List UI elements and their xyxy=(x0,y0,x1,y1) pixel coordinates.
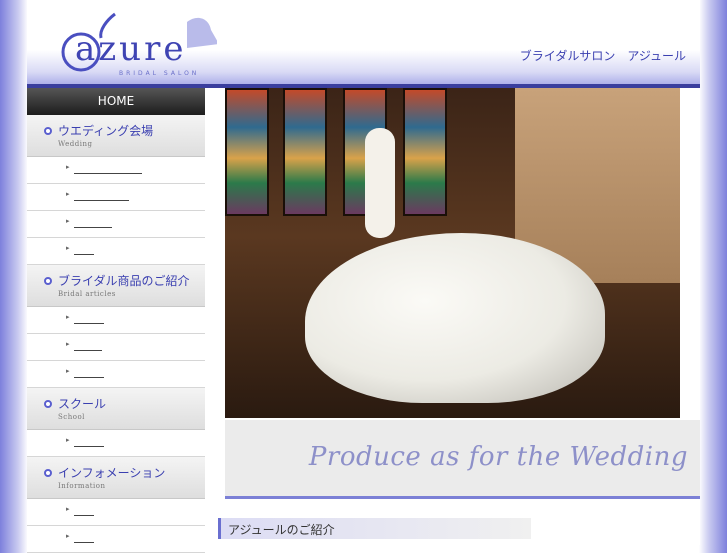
nav-subitem[interactable]: ▸ xyxy=(27,499,205,526)
nav-subitem[interactable]: ▸ xyxy=(27,157,205,184)
wedding-dress xyxy=(305,233,605,403)
nav-category-wedding[interactable]: ウエディング会場 Wedding xyxy=(27,115,205,157)
stained-glass-window xyxy=(283,88,327,216)
subitem-link[interactable] xyxy=(74,189,129,201)
nav-subitem[interactable]: ▸ xyxy=(27,526,205,553)
nav-home[interactable]: HOME xyxy=(27,88,205,115)
subitem-link[interactable] xyxy=(74,435,104,447)
subitem-link[interactable] xyxy=(74,312,104,324)
page: azure BRIDAL SALON ブライダルサロン アジュール HOME ウ… xyxy=(27,0,700,553)
arrow-icon: ▸ xyxy=(66,532,70,540)
nav-subitem[interactable]: ▸ xyxy=(27,184,205,211)
category-sublabel: Wedding xyxy=(58,140,93,148)
category-label: ブライダル商品のご紹介 xyxy=(58,274,190,288)
arrow-icon: ▸ xyxy=(66,244,70,252)
banner-divider xyxy=(225,496,700,499)
nav-category-bridal-articles[interactable]: ブライダル商品のご紹介 Bridal articles xyxy=(27,265,205,307)
tagline-banner: Produce as for the Wedding xyxy=(225,420,700,496)
arrow-icon: ▸ xyxy=(66,190,70,198)
category-label: ウエディング会場 xyxy=(58,124,154,138)
category-label: スクール xyxy=(58,397,107,411)
intro-heading: アジュールのご紹介 xyxy=(228,523,335,537)
intro-heading-bar: アジュールのご紹介 xyxy=(218,518,531,539)
header: azure BRIDAL SALON ブライダルサロン アジュール xyxy=(27,0,700,84)
category-sublabel: Information xyxy=(58,482,106,490)
nav-subitem[interactable]: ▸ xyxy=(27,238,205,265)
subitem-link[interactable] xyxy=(74,504,94,516)
nav-subitem[interactable]: ▸ xyxy=(27,334,205,361)
bullet-icon xyxy=(44,469,52,477)
nav-subitem[interactable]: ▸ xyxy=(27,430,205,457)
arrow-icon: ▸ xyxy=(66,217,70,225)
category-label: インフォメーション xyxy=(58,466,166,480)
logo[interactable]: azure BRIDAL SALON xyxy=(47,8,217,77)
subitem-link[interactable] xyxy=(74,216,112,228)
nav-subitem[interactable]: ▸ xyxy=(27,307,205,334)
stained-glass-window xyxy=(403,88,447,216)
hero-photo xyxy=(225,88,680,418)
logo-text: azure xyxy=(75,29,187,69)
arrow-icon: ▸ xyxy=(66,340,70,348)
category-sublabel: School xyxy=(58,413,85,421)
arrow-icon: ▸ xyxy=(66,163,70,171)
bullet-icon xyxy=(44,400,52,408)
arrow-icon: ▸ xyxy=(66,436,70,444)
header-tagline: ブライダルサロン アジュール xyxy=(519,49,686,63)
arrow-icon: ▸ xyxy=(66,313,70,321)
arrow-icon: ▸ xyxy=(66,505,70,513)
category-sublabel: Bridal articles xyxy=(58,290,116,298)
arrow-icon: ▸ xyxy=(66,367,70,375)
banner-text: Produce as for the Wedding xyxy=(308,442,688,472)
subitem-link[interactable] xyxy=(74,366,104,378)
bullet-icon xyxy=(44,127,52,135)
nav-category-school[interactable]: スクール School xyxy=(27,388,205,430)
bride-figure xyxy=(365,128,395,238)
nav-subitem[interactable]: ▸ xyxy=(27,211,205,238)
bullet-icon xyxy=(44,277,52,285)
sidebar: HOME ウエディング会場 Wedding ▸ ▸ ▸ ▸ ブライダル商品のご紹… xyxy=(27,88,205,553)
logo-subtitle: BRIDAL SALON xyxy=(119,70,200,77)
subitem-link[interactable] xyxy=(74,339,102,351)
subitem-link[interactable] xyxy=(74,243,94,255)
subitem-link[interactable] xyxy=(74,162,142,174)
stained-glass-window xyxy=(225,88,269,216)
nav-subitem[interactable]: ▸ xyxy=(27,361,205,388)
nav-category-information[interactable]: インフォメーション Information xyxy=(27,457,205,499)
subitem-link[interactable] xyxy=(74,531,94,543)
